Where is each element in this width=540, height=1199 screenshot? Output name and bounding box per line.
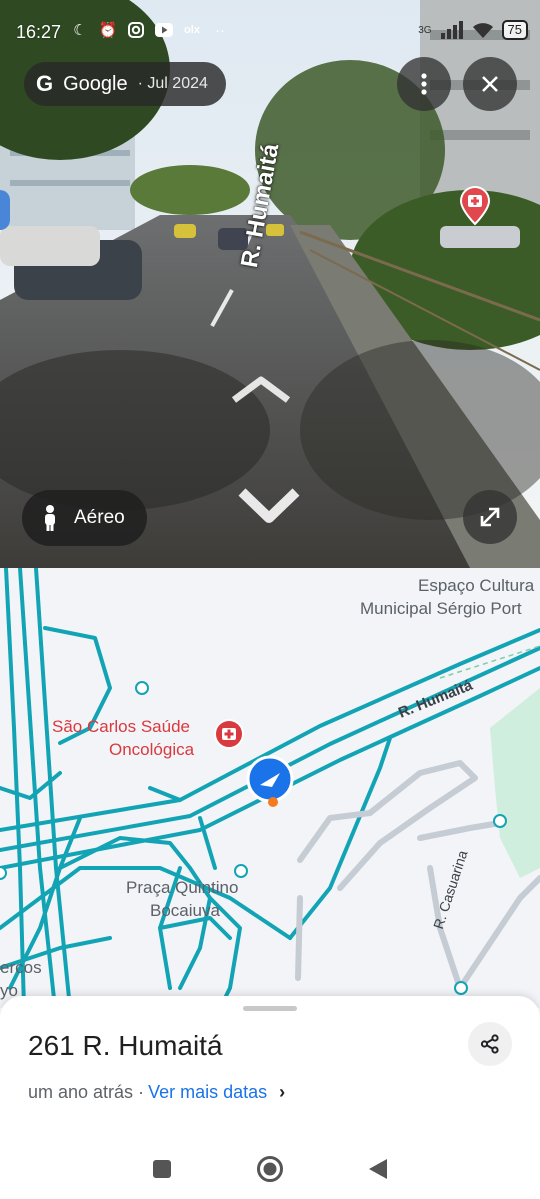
google-brand-label: Google: [63, 72, 128, 95]
share-icon: [480, 1034, 499, 1054]
address-title: 261 R. Humaitá: [28, 1030, 223, 1061]
chevron-right-icon[interactable]: ›: [279, 1082, 285, 1103]
status-bar: 16:27 ☾ ⏰ olx ·· 3G 75: [0, 0, 540, 62]
expand-icon: [480, 507, 500, 527]
signal-3g-icon: 3G: [418, 24, 432, 36]
capture-date-label: · Jul 2024: [137, 75, 208, 92]
edge-marker: [0, 190, 10, 230]
alarm-icon: ⏰: [98, 22, 118, 39]
pegman-icon: [45, 505, 55, 531]
vertical-dots-icon: [421, 73, 427, 95]
park-area: [490, 688, 540, 878]
home-circle-icon[interactable]: [256, 1155, 284, 1183]
status-time: 16:27: [16, 22, 62, 42]
hospital-poi-marker[interactable]: [214, 719, 244, 749]
square-poi-label-2[interactable]: Bocaiuva: [150, 901, 220, 921]
more-options-button[interactable]: [397, 57, 451, 111]
youtube-icon: [154, 20, 174, 40]
moon-icon: ☾: [73, 22, 87, 39]
time-ago-text: um ano atrás ·: [28, 1082, 145, 1102]
instagram-icon: [126, 20, 146, 40]
hospital-poi-label-1[interactable]: São Carlos Saúde: [52, 717, 190, 737]
app-root: R. Humaitá 16:27 ☾ ⏰ olx ·· 3G 75 G Goog…: [0, 0, 540, 1199]
close-button[interactable]: [463, 57, 517, 111]
culture-poi-label-1[interactable]: Espaço Cultura: [418, 576, 534, 596]
current-location-marker: [246, 755, 294, 807]
more-dates-link[interactable]: Ver mais datas: [148, 1082, 267, 1103]
fullscreen-button[interactable]: [463, 490, 517, 544]
google-imagery-chip[interactable]: G Google · Jul 2024: [24, 62, 226, 106]
olx-icon: olx: [184, 24, 200, 36]
hospital-poi-label-2[interactable]: Oncológica: [109, 740, 194, 760]
hospital-marker-icon[interactable]: [458, 186, 492, 226]
google-g-icon: G: [36, 71, 54, 96]
backward-arrow-icon[interactable]: [236, 484, 302, 528]
aerial-view-button[interactable]: Aéreo: [22, 490, 147, 546]
sheet-drag-handle[interactable]: [243, 1006, 297, 1011]
share-button[interactable]: [468, 1022, 512, 1066]
more-dots-icon: ··: [215, 21, 225, 39]
battery-icon: 75: [501, 20, 528, 40]
culture-poi-label-2[interactable]: Municipal Sérgio Port: [360, 599, 522, 619]
system-nav-bar: [0, 1138, 540, 1199]
wifi-icon: [472, 23, 493, 38]
street-view-panorama[interactable]: R. Humaitá 16:27 ☾ ⏰ olx ·· 3G 75 G Goog…: [0, 0, 540, 568]
bottom-sheet[interactable]: 261 R. Humaitá um ano atrás · Ver mais d…: [0, 996, 540, 1199]
map-view[interactable]: Espaço Cultura Municipal Sérgio Port São…: [0, 568, 540, 1008]
recents-square-icon[interactable]: [151, 1158, 173, 1180]
close-icon: [482, 76, 498, 92]
partial-poi-label-1: ercos: [0, 958, 42, 977]
signal-icon: [440, 21, 463, 39]
square-poi-label-1[interactable]: Praça Quintino: [126, 878, 238, 898]
capture-date-row: um ano atrás · Ver mais datas ›: [28, 1082, 285, 1103]
aerial-view-label: Aéreo: [74, 507, 125, 528]
back-triangle-icon[interactable]: [367, 1157, 389, 1181]
road-network: [0, 568, 540, 1008]
forward-arrow-icon[interactable]: [230, 372, 292, 406]
